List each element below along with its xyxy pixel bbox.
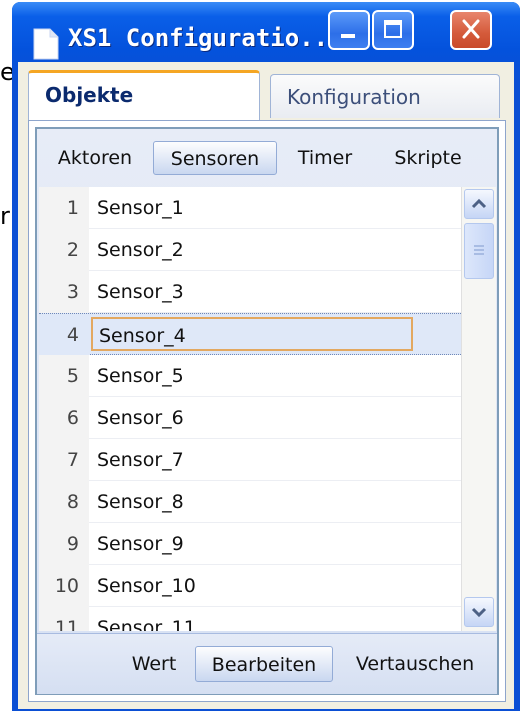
row-number: 1 [39, 187, 89, 229]
sensor-name: Sensor_9 [97, 533, 184, 555]
objekte-panel: Aktoren Sensoren Timer Skripte 1 Sensor_… [28, 120, 506, 702]
subtab-aktoren[interactable]: Aktoren [51, 141, 139, 175]
sensor-name: Sensor_10 [97, 575, 196, 597]
list-item[interactable]: 3 Sensor_3 [39, 271, 461, 313]
close-button[interactable] [450, 10, 492, 50]
list-item[interactable]: 10 Sensor_10 [39, 565, 461, 607]
sensor-name: Sensor_3 [97, 281, 184, 303]
subtab-skripte[interactable]: Skripte [383, 141, 473, 175]
sensor-name: Sensor_5 [97, 365, 184, 387]
list-item-selected[interactable]: 4 Sensor_4 [39, 313, 461, 356]
row-number: 10 [39, 565, 89, 607]
tab-konfiguration[interactable]: Konfiguration [270, 74, 500, 118]
scroll-thumb[interactable] [464, 223, 494, 279]
sensor-name: Sensor_2 [97, 239, 184, 261]
background-text-fragment: r [0, 202, 10, 230]
close-icon [462, 19, 480, 39]
chevron-up-icon [471, 198, 487, 209]
object-type-nav: Aktoren Sensoren Timer Skripte [37, 129, 497, 187]
list-item[interactable]: 1 Sensor_1 [39, 187, 461, 229]
list-item[interactable]: 2 Sensor_2 [39, 229, 461, 271]
bearbeiten-button[interactable]: Bearbeiten [195, 646, 333, 682]
subtab-timer[interactable]: Timer [291, 141, 359, 175]
minimize-button[interactable] [328, 10, 370, 50]
sensor-name: Sensor_7 [97, 449, 184, 471]
subtab-sensoren[interactable]: Sensoren [153, 141, 277, 175]
list-item[interactable]: 7 Sensor_7 [39, 439, 461, 481]
sensor-name: Sensor_4 [91, 317, 413, 351]
row-number: 3 [39, 271, 89, 313]
xs1-configuration-window: XS1 Configuratio... Objekte Konfiguratio… [12, 2, 520, 711]
main-tabs: Objekte Konfiguration [28, 70, 506, 120]
row-number: 7 [39, 439, 89, 481]
sensor-name: Sensor_1 [97, 197, 184, 219]
sensor-name: Sensor_6 [97, 407, 184, 429]
row-number: 2 [39, 229, 89, 271]
window-title: XS1 Configuratio... [68, 24, 343, 52]
list-scrollbar[interactable] [461, 187, 496, 631]
window-client-area: Objekte Konfiguration Aktoren Sensoren T… [18, 62, 514, 709]
tab-objekte[interactable]: Objekte [28, 70, 260, 120]
row-number: 5 [39, 355, 89, 397]
object-list-container: Aktoren Sensoren Timer Skripte 1 Sensor_… [35, 127, 499, 695]
scroll-down-button[interactable] [464, 597, 494, 627]
wert-button[interactable]: Wert [123, 646, 185, 682]
vertauschen-button[interactable]: Vertauschen [343, 646, 487, 682]
list-item[interactable]: 6 Sensor_6 [39, 397, 461, 439]
row-number: 11 [39, 607, 89, 631]
sensor-name: Sensor_11 [97, 617, 196, 631]
row-number: 4 [39, 314, 89, 356]
row-number: 8 [39, 481, 89, 523]
row-number: 9 [39, 523, 89, 565]
sensor-list: 1 Sensor_1 2 Sensor_2 3 Sensor_3 4 Senso… [39, 187, 461, 631]
sensor-name: Sensor_8 [97, 491, 184, 513]
list-item[interactable]: 9 Sensor_9 [39, 523, 461, 565]
list-item[interactable]: 11 Sensor_11 [39, 607, 461, 631]
minimize-icon [341, 34, 355, 38]
list-item[interactable]: 8 Sensor_8 [39, 481, 461, 523]
chevron-down-icon [471, 607, 487, 618]
list-item[interactable]: 5 Sensor_5 [39, 355, 461, 397]
maximize-button[interactable] [372, 10, 414, 50]
maximize-icon [384, 20, 402, 38]
scroll-up-button[interactable] [464, 189, 494, 219]
document-icon [33, 28, 59, 60]
row-number: 6 [39, 397, 89, 439]
action-bar: Wert Bearbeiten Vertauschen [37, 633, 497, 694]
grip-icon [474, 245, 484, 255]
